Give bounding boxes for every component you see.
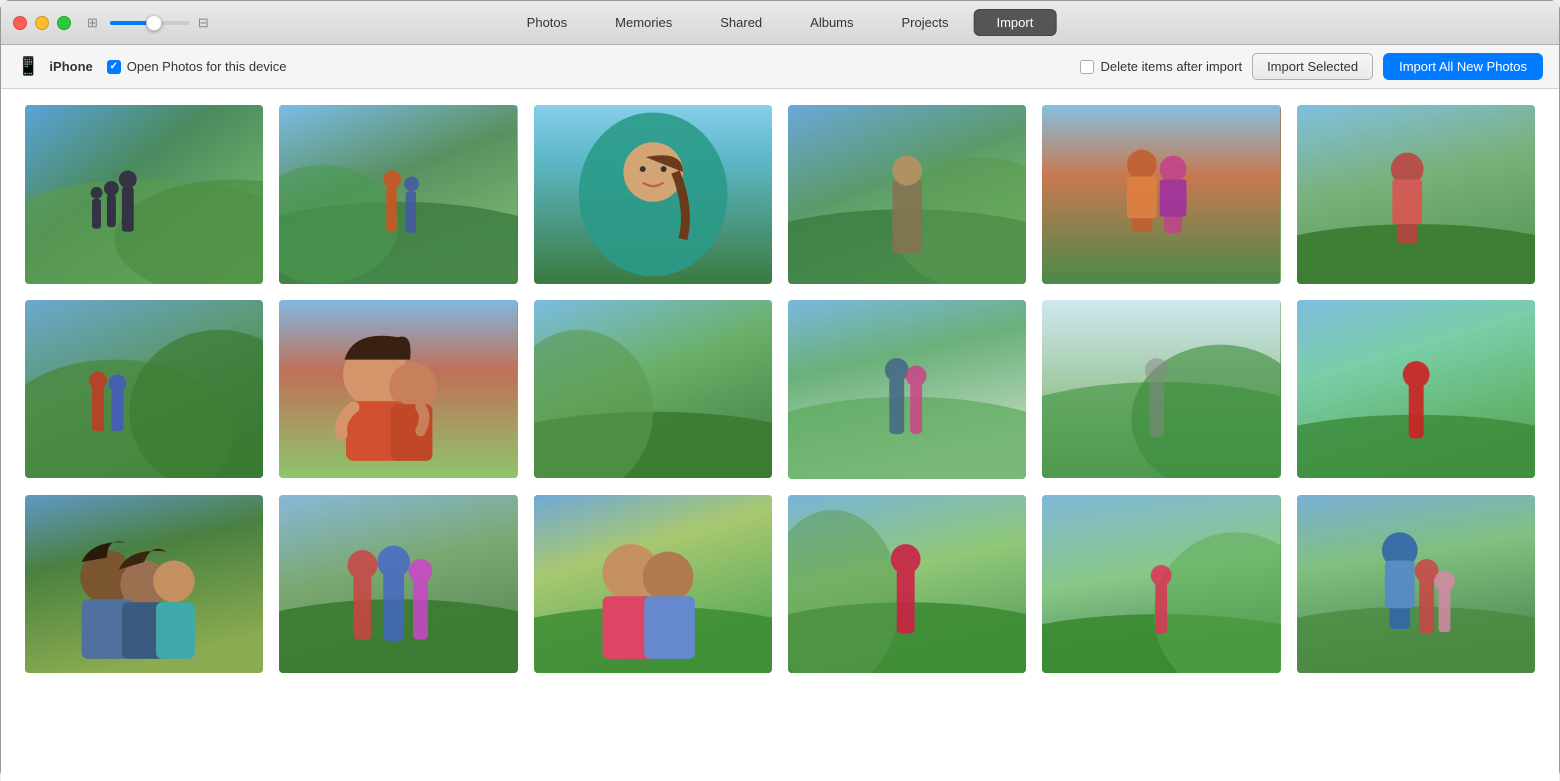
zoom-slider-container[interactable] bbox=[110, 21, 190, 25]
list-item[interactable] bbox=[788, 105, 1026, 284]
tab-memories[interactable]: Memories bbox=[592, 9, 695, 36]
list-item[interactable] bbox=[25, 300, 263, 479]
title-bar: ⊞ ⊟ Photos Memories Shared Albums Projec… bbox=[1, 1, 1559, 45]
close-button[interactable] bbox=[13, 16, 27, 30]
delete-checkbox-container: Delete items after import bbox=[1080, 59, 1242, 74]
photo-grid bbox=[25, 105, 1535, 673]
open-photos-checkbox-container: Open Photos for this device bbox=[107, 59, 287, 74]
tab-shared[interactable]: Shared bbox=[697, 9, 785, 36]
open-photos-checkbox[interactable] bbox=[107, 60, 121, 74]
window-controls: ⊞ ⊟ bbox=[87, 15, 209, 31]
list-item[interactable] bbox=[1042, 105, 1280, 284]
zoom-slider-thumb bbox=[146, 15, 162, 31]
list-item[interactable] bbox=[25, 495, 263, 674]
list-item[interactable] bbox=[25, 105, 263, 284]
tab-import[interactable]: Import bbox=[973, 9, 1056, 36]
traffic-lights bbox=[13, 16, 71, 30]
toolbar: 📱 iPhone Open Photos for this device Del… bbox=[1, 45, 1559, 89]
list-item[interactable] bbox=[534, 300, 772, 479]
list-item[interactable] bbox=[279, 495, 517, 674]
nav-tabs: Photos Memories Shared Albums Projects I… bbox=[504, 9, 1057, 36]
fullscreen-icon[interactable]: ⊟ bbox=[198, 15, 209, 31]
list-item[interactable] bbox=[534, 105, 772, 284]
list-item[interactable] bbox=[1297, 495, 1535, 674]
list-item[interactable] bbox=[1042, 300, 1280, 479]
tab-photos[interactable]: Photos bbox=[504, 9, 590, 36]
list-item[interactable] bbox=[279, 105, 517, 284]
list-item[interactable] bbox=[279, 300, 517, 479]
photo-grid-container bbox=[1, 89, 1559, 781]
list-item[interactable] bbox=[1297, 300, 1535, 479]
device-name-label: iPhone bbox=[49, 59, 92, 74]
maximize-button[interactable] bbox=[57, 16, 71, 30]
toolbar-right: Delete items after import Import Selecte… bbox=[1080, 53, 1543, 80]
tab-projects[interactable]: Projects bbox=[879, 9, 972, 36]
minimize-button[interactable] bbox=[35, 16, 49, 30]
open-photos-label: Open Photos for this device bbox=[127, 59, 287, 74]
delete-label: Delete items after import bbox=[1100, 59, 1242, 74]
import-selected-button[interactable]: Import Selected bbox=[1252, 53, 1373, 80]
tab-albums[interactable]: Albums bbox=[787, 9, 876, 36]
list-item[interactable] bbox=[1042, 495, 1280, 674]
list-item[interactable] bbox=[1297, 105, 1535, 284]
import-all-button[interactable]: Import All New Photos bbox=[1383, 53, 1543, 80]
zoom-slider-track bbox=[110, 21, 190, 25]
delete-checkbox[interactable] bbox=[1080, 60, 1094, 74]
sidebar-toggle-icon[interactable]: ⊞ bbox=[87, 15, 98, 31]
iphone-icon: 📱 bbox=[17, 56, 39, 77]
list-item[interactable] bbox=[788, 300, 1026, 479]
list-item[interactable] bbox=[788, 495, 1026, 674]
list-item[interactable] bbox=[534, 495, 772, 674]
